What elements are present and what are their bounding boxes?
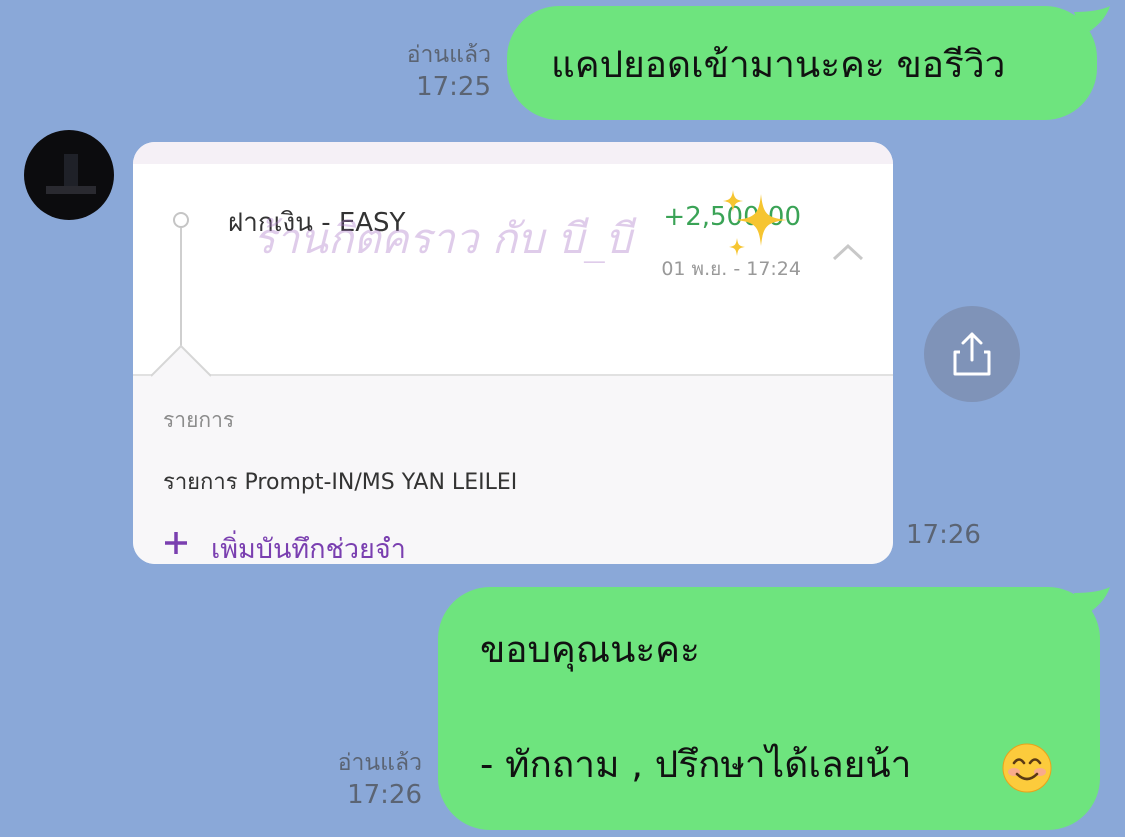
avatar[interactable]	[24, 130, 114, 220]
message-text-line1: ขอบคุณนะคะ	[480, 628, 700, 671]
message-time: 17:25	[416, 72, 491, 102]
transaction-screenshot-image[interactable]: ฝากเงิน - EASY +2,500.00 01 พ.ย. - 17:24…	[133, 142, 893, 564]
message-time: 17:26	[906, 520, 981, 550]
detail-value: รายการ Prompt-IN/MS YAN LEILEI	[163, 470, 518, 495]
message-time: 17:26	[347, 780, 422, 810]
plus-icon	[165, 532, 187, 554]
chevron-up-icon	[832, 243, 864, 261]
watermark-text: ร้านกิตคราว กับ บี_บี	[253, 214, 632, 263]
outgoing-message-bubble[interactable]: แคปยอดเข้ามานะคะ ขอรีวิว	[507, 6, 1097, 120]
message-meta: อ่านแล้ว 17:25	[407, 40, 491, 104]
share-icon	[953, 332, 991, 376]
read-status: อ่านแล้ว	[406, 42, 491, 68]
outgoing-message-bubble[interactable]: ขอบคุณนะคะ - ทักถาม , ปรึกษาได้เลยน้า	[438, 587, 1100, 830]
add-note-label: เพิ่มบันทึกช่วยจำ	[211, 534, 406, 564]
timeline-notch	[151, 344, 211, 377]
message-text: แคปยอดเข้ามานะคะ ขอรีวิว	[551, 43, 1006, 86]
read-status: อ่านแล้ว	[337, 750, 422, 776]
bubble-tail	[1074, 6, 1110, 36]
message-text-line2: - ทักถาม , ปรึกษาได้เลยน้า	[480, 743, 912, 786]
timeline-dot	[173, 212, 189, 228]
detail-label: รายการ	[163, 408, 235, 432]
smiling-face-emoji-icon	[1002, 743, 1052, 793]
message-meta: อ่านแล้ว 17:26	[338, 748, 422, 812]
share-button[interactable]	[924, 306, 1020, 402]
sparkle-icon	[723, 190, 787, 256]
bubble-tail	[1074, 587, 1110, 617]
timeline-line	[180, 228, 182, 346]
